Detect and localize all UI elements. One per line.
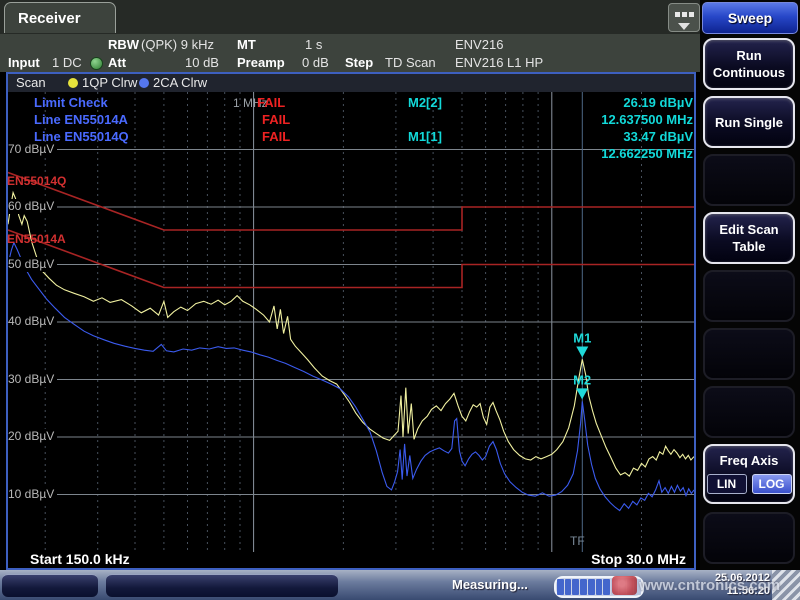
limit-label-en55014a: EN55014A: [7, 232, 66, 246]
softkey-empty-2: [703, 270, 795, 322]
menu-square-icon: [682, 12, 687, 17]
limit-line-a-name: Line EN55014A: [34, 112, 128, 127]
mt-label: MT: [237, 37, 256, 53]
edit-scan-table-button[interactable]: Edit Scan Table: [703, 212, 795, 264]
run-single-button[interactable]: Run Single: [703, 96, 795, 148]
scan-label: Scan: [16, 74, 46, 92]
limit-line-q-status: FAIL: [262, 129, 290, 144]
watermark-logo-icon: [612, 576, 637, 595]
y-axis-label-60: 60 dBµV: [8, 199, 57, 214]
rbw-value[interactable]: (QPK) 9 kHz: [141, 37, 214, 53]
step-label: Step: [345, 55, 373, 71]
measuring-status: Measuring...: [452, 577, 528, 592]
softkey-menu-title: Sweep: [702, 2, 798, 34]
spectrum-plot[interactable]: M1 M2: [8, 92, 694, 552]
freq-axis-button[interactable]: Freq Axis LIN LOG: [703, 444, 795, 504]
trace2-color-dot: [139, 78, 149, 88]
y-axis-label-20: 20 dBµV: [8, 429, 57, 444]
marker-m1-freq: 12.662250 MHz: [601, 146, 693, 161]
input-value[interactable]: 1 DC: [52, 55, 82, 71]
run-continuous-button[interactable]: Run Continuous: [703, 38, 795, 90]
chevron-down-icon: [678, 23, 690, 30]
step-value[interactable]: TD Scan: [385, 55, 436, 71]
scan-bar: Scan 1QP Clrw 2CA Clrw: [8, 74, 694, 92]
env-filter-1: ENV216: [455, 37, 503, 53]
y-axis-label-30: 30 dBµV: [8, 372, 57, 387]
y-axis-label-50: 50 dBµV: [8, 257, 57, 272]
limit-label-en55014q: EN55014Q: [7, 174, 66, 188]
tab-receiver[interactable]: Receiver: [4, 2, 116, 33]
edit-scan-table-label: Edit Scan Table: [705, 221, 793, 255]
y-axis-label-40: 40 dBµV: [8, 314, 57, 329]
run-single-label: Run Single: [715, 114, 783, 131]
freq-axis-log-toggle[interactable]: LOG: [752, 474, 792, 494]
watermark-text: www.cntronics.com: [639, 577, 780, 594]
run-continuous-label: Run Continuous: [705, 47, 793, 81]
marker-m2-freq: 12.637500 MHz: [601, 112, 693, 127]
y-axis-label-10: 10 dBµV: [8, 487, 57, 502]
limit-check-status: FAIL: [257, 95, 285, 110]
marker-m2-id[interactable]: M2[2]: [408, 95, 442, 110]
softkey-sidebar: Sweep Run Continuous Run Single Edit Sca…: [700, 0, 800, 600]
limit-line-a-status: FAIL: [262, 112, 290, 127]
tf-label: TF: [570, 534, 585, 548]
preamp-value[interactable]: 0 dB: [302, 55, 329, 71]
statusbar-button-2[interactable]: [106, 574, 338, 597]
menu-square-icon: [675, 12, 680, 17]
softkey-empty-5: [703, 512, 795, 564]
menu-square-icon: [689, 12, 694, 17]
softkey-empty-4: [703, 386, 795, 438]
freq-axis-label: Freq Axis: [705, 452, 793, 469]
y-axis-label-70: 70 dBµV: [8, 142, 57, 157]
statusbar-button-1[interactable]: [2, 574, 98, 597]
softkey-empty-3: [703, 328, 795, 380]
marker-m1-level: 33.47 dBµV: [623, 129, 693, 144]
freq-axis-lin-toggle[interactable]: LIN: [707, 474, 747, 494]
trace2-label[interactable]: 2CA Clrw: [153, 74, 207, 92]
att-label: Att: [108, 55, 126, 71]
limit-check-title: Limit Check: [34, 95, 108, 110]
mt-value[interactable]: 1 s: [305, 37, 322, 53]
start-freq-label[interactable]: Start 150.0 kHz: [30, 551, 130, 567]
env-filter-2: ENV216 L1 HP: [455, 55, 543, 71]
softkey-empty-1: [703, 154, 795, 206]
trace1-label[interactable]: 1QP Clrw: [82, 74, 137, 92]
preamp-label: Preamp: [237, 55, 285, 71]
input-label: Input: [8, 55, 40, 71]
svg-text:M1: M1: [573, 331, 591, 346]
svg-text:M2: M2: [573, 372, 591, 387]
window-menu-icon[interactable]: [668, 3, 700, 32]
att-value[interactable]: 10 dB: [185, 55, 219, 71]
marker-m1-id[interactable]: M1[1]: [408, 129, 442, 144]
input-status-led: [90, 57, 103, 70]
marker-m2-level: 26.19 dBµV: [623, 95, 693, 110]
watermark: www.cntronics.com: [610, 574, 780, 596]
stop-freq-label[interactable]: Stop 30.0 MHz: [591, 551, 686, 567]
rbw-label: RBW: [108, 37, 139, 53]
trace1-color-dot: [68, 78, 78, 88]
receiver-screen: Receiver RBW (QPK) 9 kHz MT 1 s ENV216 I…: [0, 0, 800, 600]
